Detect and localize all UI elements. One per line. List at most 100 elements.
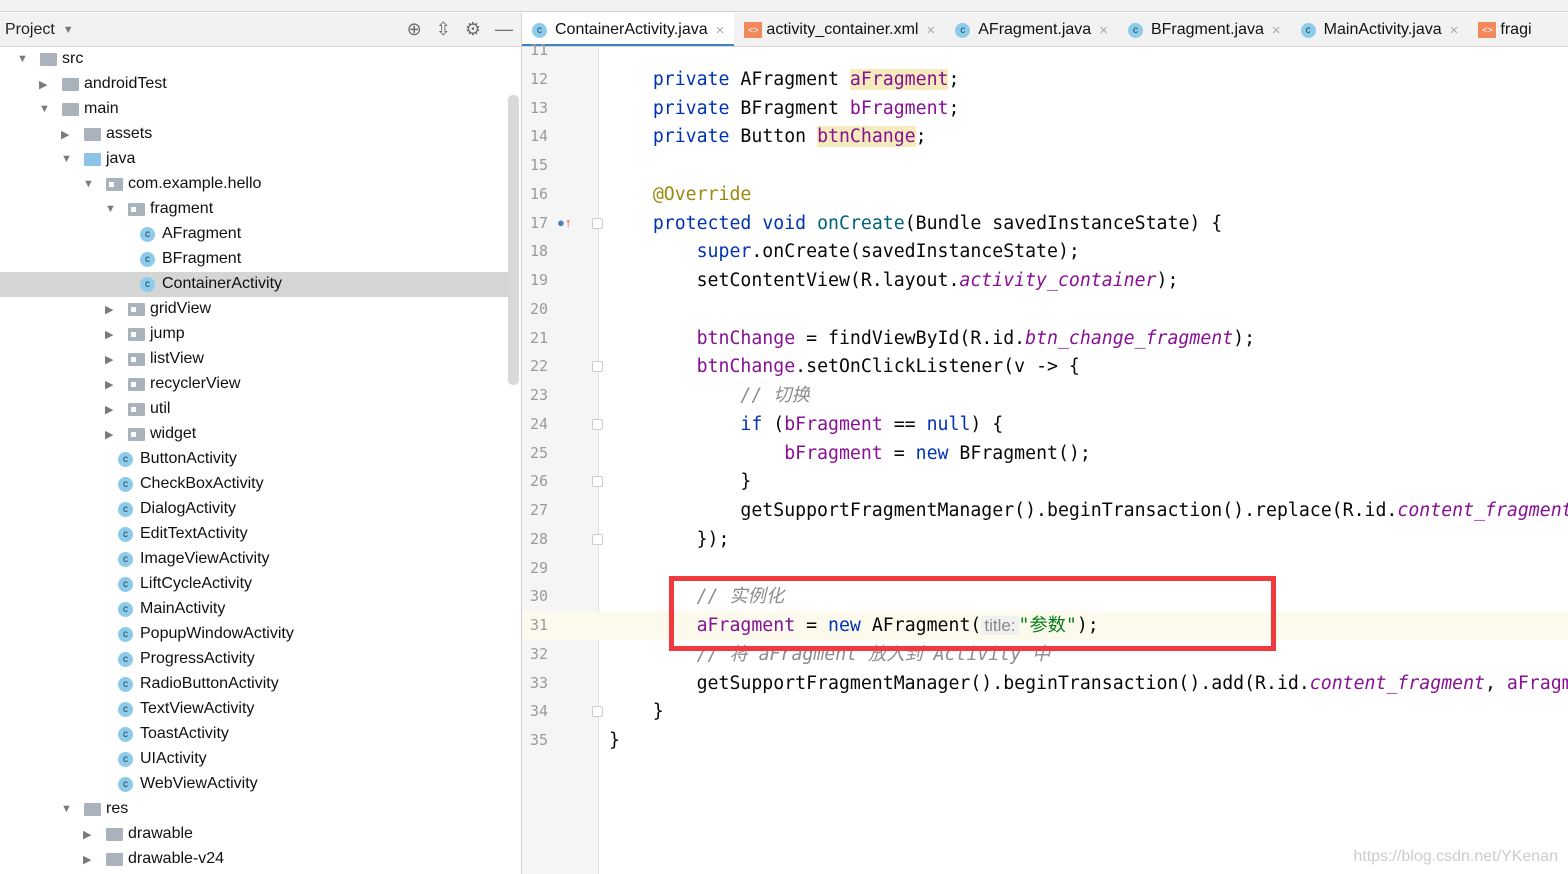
override-icon[interactable]: ●↑ [557,215,571,230]
tree-scrollbar[interactable] [508,95,519,385]
tree-item[interactable]: c CheckBoxActivity [0,472,508,497]
class-icon: c [140,227,155,242]
folder-icon [62,78,79,91]
code-token: ) { [970,413,1004,435]
line-number: 13 [530,98,549,117]
close-icon[interactable]: × [716,22,725,39]
tree-item[interactable]: c TextViewActivity [0,697,508,722]
expanded-arrow-icon[interactable]: ▼ [39,103,50,115]
fold-marker-icon[interactable] [592,533,603,545]
collapsed-arrow-icon[interactable]: ▶ [105,378,113,391]
close-icon[interactable]: × [1099,22,1108,39]
tab-afragment-java[interactable]: c AFragment.java × [945,13,1118,46]
tree-item[interactable]: c EditTextActivity [0,522,508,547]
code-token: == [882,413,927,435]
tree-item[interactable]: ▼ main [0,97,508,122]
code-line: private AFragment aFragment; [609,65,959,94]
tree-item[interactable]: c DialogActivity [0,497,508,522]
tree-item[interactable]: ▶ androidTest [0,72,508,97]
collapsed-arrow-icon[interactable]: ▶ [105,428,113,441]
package-icon [128,353,145,366]
locate-icon[interactable]: ⊕ [407,19,422,40]
code-token: super [696,241,752,263]
class-icon: c [118,727,133,742]
minimize-icon[interactable]: — [495,19,513,40]
expanded-arrow-icon[interactable]: ▼ [17,53,28,65]
collapsed-arrow-icon[interactable]: ▶ [105,328,113,341]
collapsed-arrow-icon[interactable]: ▶ [39,78,47,91]
collapse-icon[interactable]: ⇳ [436,19,451,40]
close-icon[interactable]: × [1450,22,1459,39]
expanded-arrow-icon[interactable]: ▼ [105,203,116,215]
code-token: } [609,701,664,723]
tree-item[interactable]: ▼ res [0,797,508,822]
fold-marker-icon[interactable] [592,418,603,430]
tree-item[interactable]: c UIActivity [0,747,508,772]
tree-item[interactable]: ▼ fragment [0,197,508,222]
code-token: ( [762,413,785,435]
tree-item[interactable]: c ContainerActivity [0,272,508,297]
code-token: } [609,730,620,751]
tree-item[interactable]: ▶ drawable-v24 [0,847,508,872]
tree-item[interactable]: ▶ gridView [0,297,508,322]
fold-marker-icon[interactable] [592,706,603,718]
expanded-arrow-icon[interactable]: ▼ [83,178,94,190]
class-icon: c [955,22,971,38]
tree-item-label: drawable [128,825,193,842]
tab-bfragment-java[interactable]: c BFragment.java × [1118,13,1291,46]
tree-item[interactable]: ▶ util [0,397,508,422]
tree-item[interactable]: c ButtonActivity [0,447,508,472]
collapsed-arrow-icon[interactable]: ▶ [83,853,91,866]
fold-marker-icon[interactable] [592,361,603,373]
tree-item[interactable]: c WebViewActivity [0,772,508,797]
tab-containeractivity-java[interactable]: c ContainerActivity.java × [522,13,735,46]
xml-file-icon: <> [1478,22,1497,38]
tree-item-label: jump [150,325,185,342]
code-token: private [652,68,730,90]
code-token: private [652,97,730,119]
gear-icon[interactable]: ⚙ [465,19,481,40]
collapsed-arrow-icon[interactable]: ▶ [105,303,113,316]
collapsed-arrow-icon[interactable]: ▶ [61,128,69,141]
tree-item[interactable]: ▶ widget [0,422,508,447]
close-icon[interactable]: × [926,22,935,39]
tree-item[interactable]: ▼ java [0,147,508,172]
tree-item[interactable]: c ImageViewActivity [0,547,508,572]
tree-item[interactable]: c MainActivity [0,597,508,622]
tree-item[interactable]: c PopupWindowActivity [0,622,508,647]
tree-item[interactable]: c AFragment [0,222,508,247]
line-number: 18 [530,242,549,261]
tab-activity_container-xml[interactable]: <> activity_container.xml × [734,13,945,46]
fold-marker-icon[interactable] [592,217,603,229]
tree-item[interactable]: c ToastActivity [0,722,508,747]
tree-item[interactable]: c BFragment [0,247,508,272]
line-number: 26 [530,472,549,491]
tree-item[interactable]: ▶ recyclerView [0,372,508,397]
tree-item[interactable]: ▶ assets [0,122,508,147]
tree-item[interactable]: c ProgressActivity [0,647,508,672]
tree-item[interactable]: c RadioButtonActivity [0,672,508,697]
tree-item[interactable]: ▶ jump [0,322,508,347]
expanded-arrow-icon[interactable]: ▼ [61,153,72,165]
tree-item[interactable]: c LiftCycleActivity [0,572,508,597]
package-icon [128,203,145,216]
tree-item-label: ContainerActivity [162,275,283,292]
tree-item[interactable]: ▶ drawable [0,822,508,847]
collapsed-arrow-icon[interactable]: ▶ [105,353,113,366]
tree-item[interactable]: ▶ listView [0,347,508,372]
tree-item[interactable]: ▼ src [0,47,508,72]
tab-label: AFragment.java [978,21,1092,38]
class-icon: c [118,527,133,542]
expanded-arrow-icon[interactable]: ▼ [61,803,72,815]
project-view-selector[interactable]: Project [5,21,55,39]
chevron-down-icon[interactable]: ▼ [63,24,74,36]
close-icon[interactable]: × [1272,22,1281,39]
tab-mainactivity-java[interactable]: c MainActivity.java × [1291,13,1469,46]
fold-marker-icon[interactable] [592,476,603,488]
tab-fragi[interactable]: <> fragi [1468,13,1541,46]
collapsed-arrow-icon[interactable]: ▶ [105,403,113,416]
tree-item[interactable]: ▼ com.example.hello [0,172,508,197]
collapsed-arrow-icon[interactable]: ▶ [83,828,91,841]
